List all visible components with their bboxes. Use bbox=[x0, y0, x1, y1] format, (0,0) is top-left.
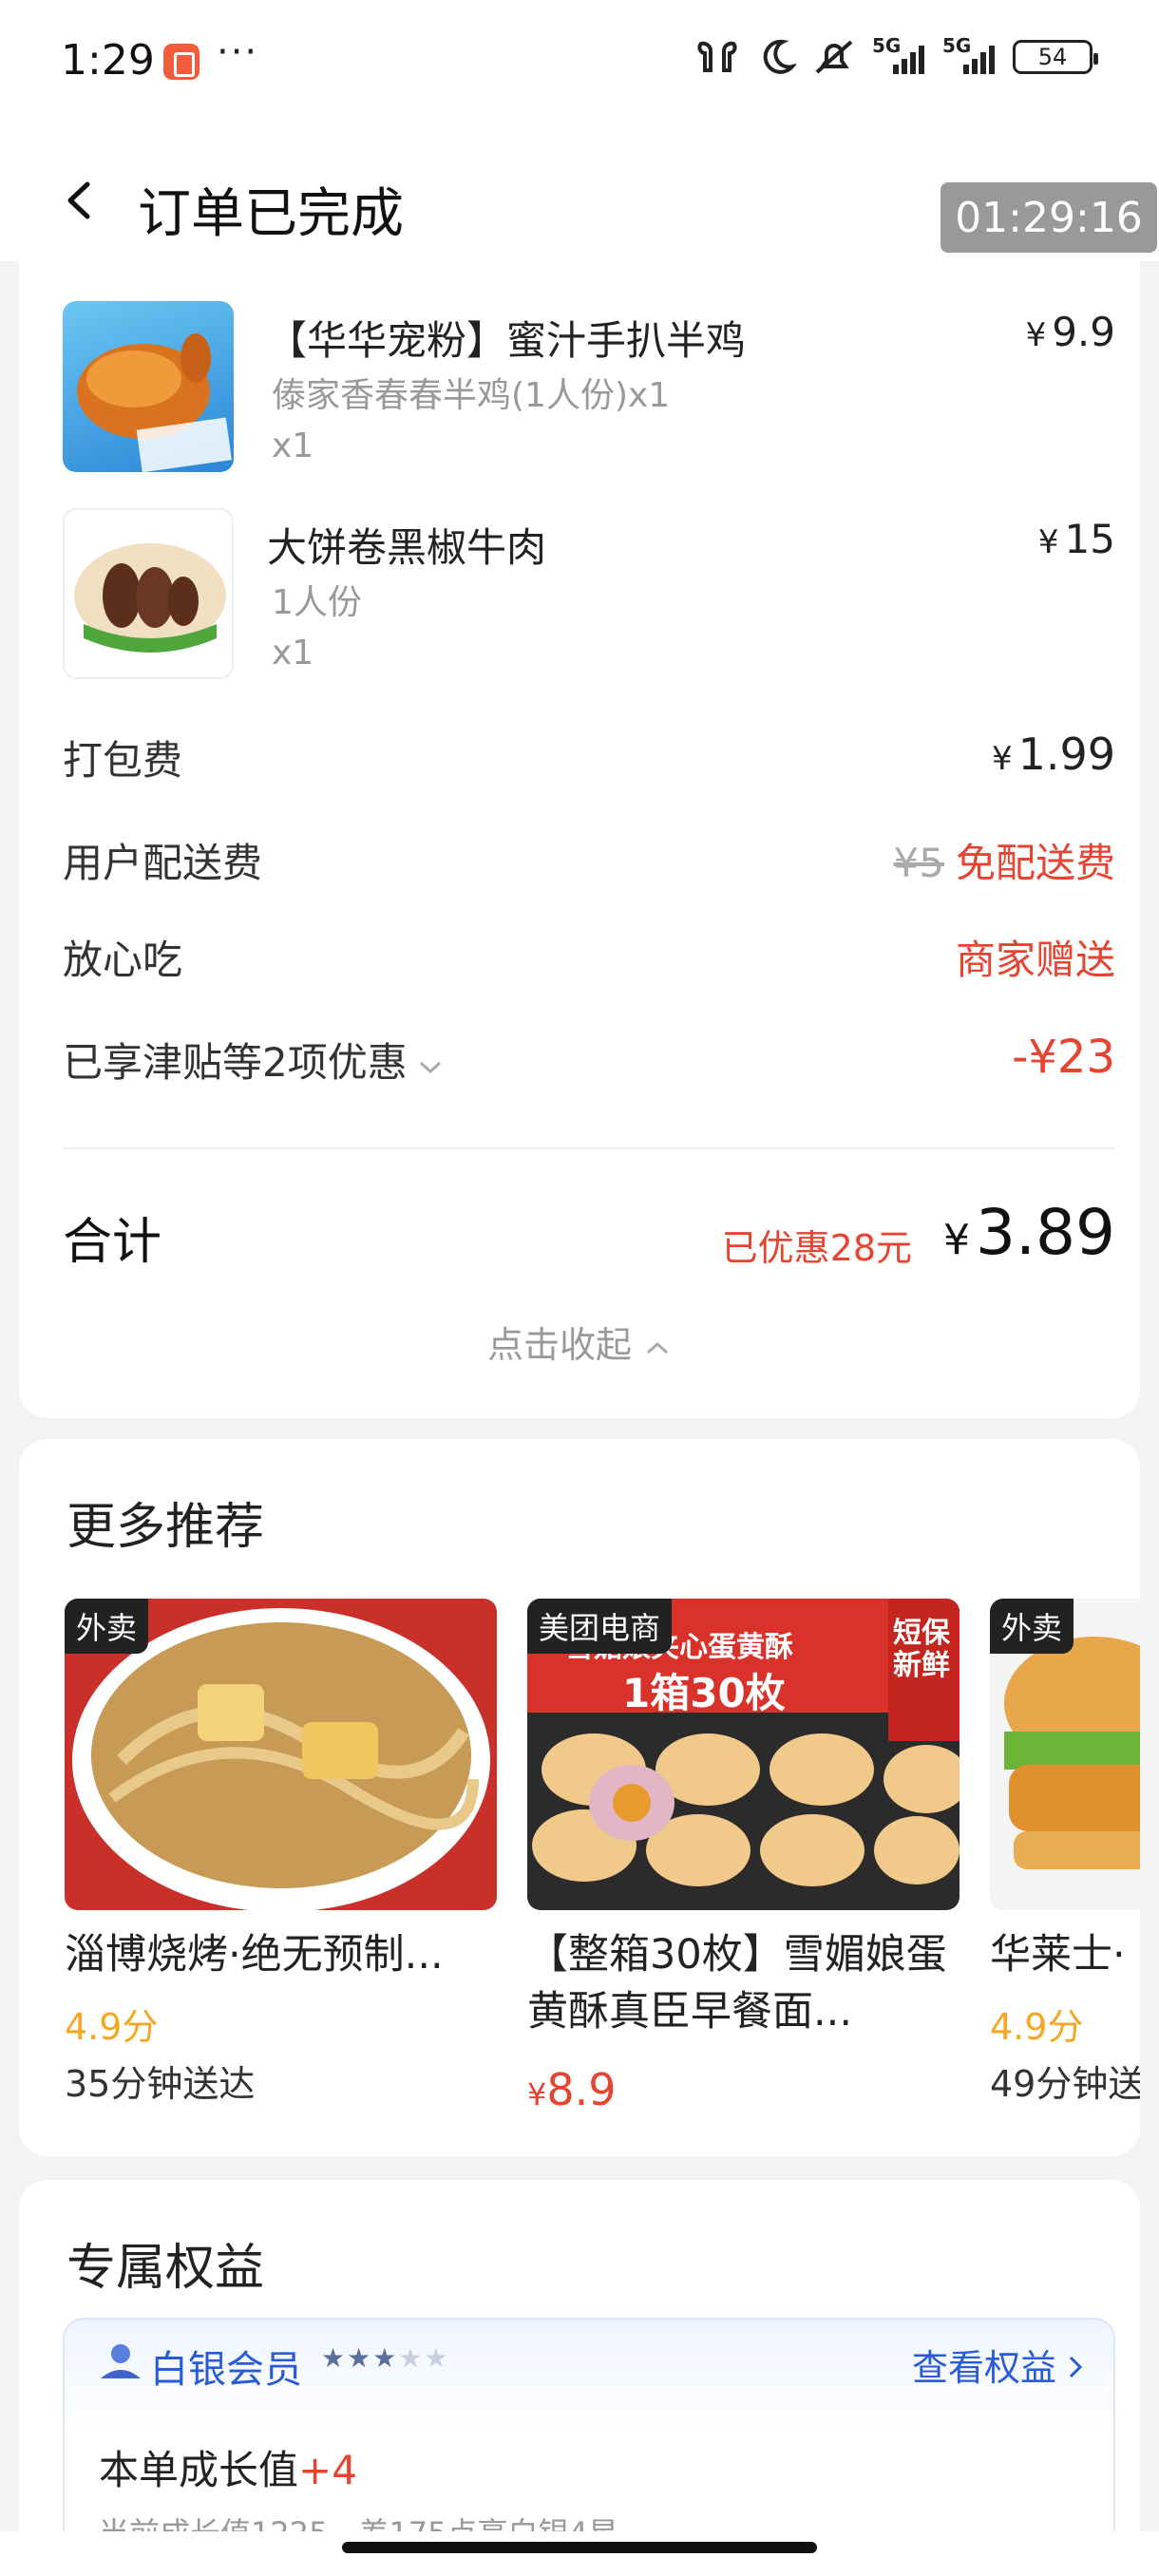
safe-eat-row: 放心吃 商家赠送 bbox=[63, 928, 1115, 994]
recommend-card: 更多推荐 外卖 淄博烧烤·绝无预制... 4.9分 35分钟送达 雪媚娘夹心蛋黄… bbox=[19, 1439, 1140, 2156]
total-amount: 3.89 bbox=[976, 1196, 1115, 1269]
signal-5g-icon-2: 5G bbox=[942, 34, 996, 76]
divider bbox=[63, 1147, 1115, 1149]
member-stars: ★★★★★ bbox=[321, 2342, 450, 2374]
growth-value-label: 本单成长值+4 bbox=[99, 2438, 357, 2496]
recommend-image-pastry: 雪媚娘夹心蛋黄酥 1箱30枚 短保新鲜 美团电商 bbox=[527, 1599, 960, 1910]
section-title: 更多推荐 bbox=[66, 1499, 265, 1556]
currency-symbol: ¥ bbox=[1037, 523, 1059, 561]
status-bar: 1:29 ··· 5G 5G 54 bbox=[0, 0, 1159, 133]
growth-label: 本单成长值 bbox=[99, 2447, 299, 2493]
page-title: 订单已完成 bbox=[138, 183, 404, 245]
collapse-label: 点击收起 bbox=[486, 1324, 632, 1366]
recommend-image-noodles: 外卖 bbox=[65, 1599, 497, 1910]
delivery-original-price: ¥5 bbox=[893, 840, 944, 886]
saved-amount: 已优惠28元 bbox=[721, 1227, 912, 1269]
packing-fee-row: 打包费 ¥1.99 bbox=[63, 729, 1115, 795]
moon-icon bbox=[763, 39, 796, 74]
more-notifications-icon: ··· bbox=[217, 30, 259, 74]
pastry-image-big-text: 1箱30枚 bbox=[622, 1670, 786, 1716]
recommend-time: 35分钟送达 bbox=[65, 2063, 256, 2105]
currency-symbol: ¥ bbox=[527, 2076, 547, 2112]
recommend-price: ¥8.9 bbox=[527, 2064, 617, 2115]
item-price: ¥9.9 bbox=[1026, 309, 1115, 355]
recommend-price-value: 8.9 bbox=[546, 2064, 617, 2115]
free-delivery-label: 免配送费 bbox=[955, 840, 1115, 886]
item-price-value: 9.9 bbox=[1052, 309, 1115, 355]
benefits-card: 专属权益 白银会员 ★★★★★ 查看权益 本单成长值+4 当前成长值1225，差… bbox=[19, 2180, 1140, 2576]
recommend-name: 淄博烧烤·绝无预制... bbox=[65, 1931, 444, 1979]
chevron-up-icon bbox=[646, 1341, 669, 1354]
screen-timer: 01:29:16 bbox=[940, 182, 1157, 253]
total-label: 合计 bbox=[63, 1214, 162, 1271]
battery-icon: 54 bbox=[1013, 40, 1098, 74]
order-item[interactable]: 大饼卷黑椒牛肉 1人份 x1 ¥15 bbox=[63, 508, 1115, 679]
view-benefits-label: 查看权益 bbox=[911, 2347, 1056, 2389]
notification-app-icon bbox=[163, 44, 200, 80]
currency-symbol: ¥ bbox=[991, 740, 1013, 778]
item-spec: 傣家香春春半鸡(1人份)x1 bbox=[272, 376, 671, 415]
currency-symbol: ¥ bbox=[943, 1216, 971, 1264]
discount-label-text: 已享津贴等2项优惠 bbox=[63, 1039, 408, 1086]
item-price: ¥15 bbox=[1038, 516, 1115, 562]
mute-bell-icon bbox=[815, 40, 853, 74]
recommend-tag: 美团电商 bbox=[527, 1599, 673, 1654]
status-time: 1:29 bbox=[61, 36, 155, 85]
packing-fee-value: ¥1.99 bbox=[992, 729, 1115, 780]
pastry-image-side-text: 短保新鲜 bbox=[893, 1617, 950, 1682]
item-qty: x1 bbox=[272, 426, 314, 465]
growth-value: +4 bbox=[298, 2447, 357, 2493]
home-indicator[interactable] bbox=[342, 2542, 817, 2553]
item-name: 【华华宠粉】蜜汁手扒半鸡 bbox=[267, 317, 747, 364]
discount-label: 已享津贴等2项优惠 bbox=[63, 1031, 444, 1089]
member-level: 白银会员 bbox=[150, 2348, 302, 2392]
recommend-score: 4.9分 bbox=[65, 2006, 159, 2048]
item-image-chicken bbox=[63, 301, 234, 472]
packing-fee-label: 打包费 bbox=[63, 737, 183, 784]
chevron-down-icon bbox=[419, 1061, 441, 1074]
bottom-gesture-area bbox=[0, 2531, 1159, 2576]
discount-row[interactable]: 已享津贴等2项优惠 -¥23 bbox=[63, 1031, 1115, 1097]
nav-bar: 订单已完成 01:29:16 bbox=[0, 133, 1159, 261]
back-arrow-icon[interactable] bbox=[59, 180, 99, 220]
battery-level: 54 bbox=[1037, 44, 1068, 70]
signal-5g-icon: 5G bbox=[872, 34, 925, 76]
order-details-card: 【华华宠粉】蜜汁手扒半鸡 傣家香春春半鸡(1人份)x1 x1 ¥9.9 大饼卷黑… bbox=[19, 261, 1140, 1418]
section-title: 专属权益 bbox=[66, 2240, 265, 2297]
safe-eat-value: 商家赠送 bbox=[955, 937, 1115, 983]
packing-fee-amount: 1.99 bbox=[1017, 729, 1115, 780]
item-price-value: 15 bbox=[1064, 516, 1115, 562]
recommend-image-burger: 外卖 bbox=[990, 1599, 1140, 1910]
item-spec: 1人份 bbox=[272, 583, 362, 622]
delivery-fee-label: 用户配送费 bbox=[63, 840, 263, 886]
item-name: 大饼卷黑椒牛肉 bbox=[267, 524, 547, 571]
recommend-time: 49分钟送 bbox=[990, 2063, 1140, 2105]
view-benefits-link[interactable]: 查看权益 bbox=[912, 2339, 1085, 2391]
collapse-button[interactable]: 点击收起 bbox=[19, 1316, 1140, 1368]
order-item[interactable]: 【华华宠粉】蜜汁手扒半鸡 傣家香春春半鸡(1人份)x1 x1 ¥9.9 bbox=[63, 301, 1115, 472]
recommend-name: 【整箱30枚】雪媚娘蛋黄酥真臣早餐面... bbox=[527, 1931, 947, 2036]
discount-value: -¥23 bbox=[1012, 1031, 1115, 1084]
earbuds-icon bbox=[697, 41, 737, 72]
recommend-name: 华莱士· bbox=[990, 1931, 1126, 1979]
item-image-wrap bbox=[63, 508, 234, 679]
delivery-fee-value: ¥5 免配送费 bbox=[894, 831, 1115, 889]
recommend-tag: 外卖 bbox=[990, 1599, 1074, 1654]
currency-symbol: ¥ bbox=[1025, 316, 1047, 354]
delivery-fee-row: 用户配送费 ¥5 免配送费 bbox=[63, 831, 1115, 898]
chevron-right-icon bbox=[1069, 2356, 1083, 2378]
item-qty: x1 bbox=[272, 634, 314, 672]
total-value: ¥3.89 bbox=[943, 1196, 1115, 1269]
recommend-tag: 外卖 bbox=[65, 1599, 149, 1654]
safe-eat-label: 放心吃 bbox=[63, 937, 183, 983]
member-crown-icon bbox=[101, 2344, 141, 2378]
recommend-score: 4.9分 bbox=[990, 2006, 1084, 2048]
